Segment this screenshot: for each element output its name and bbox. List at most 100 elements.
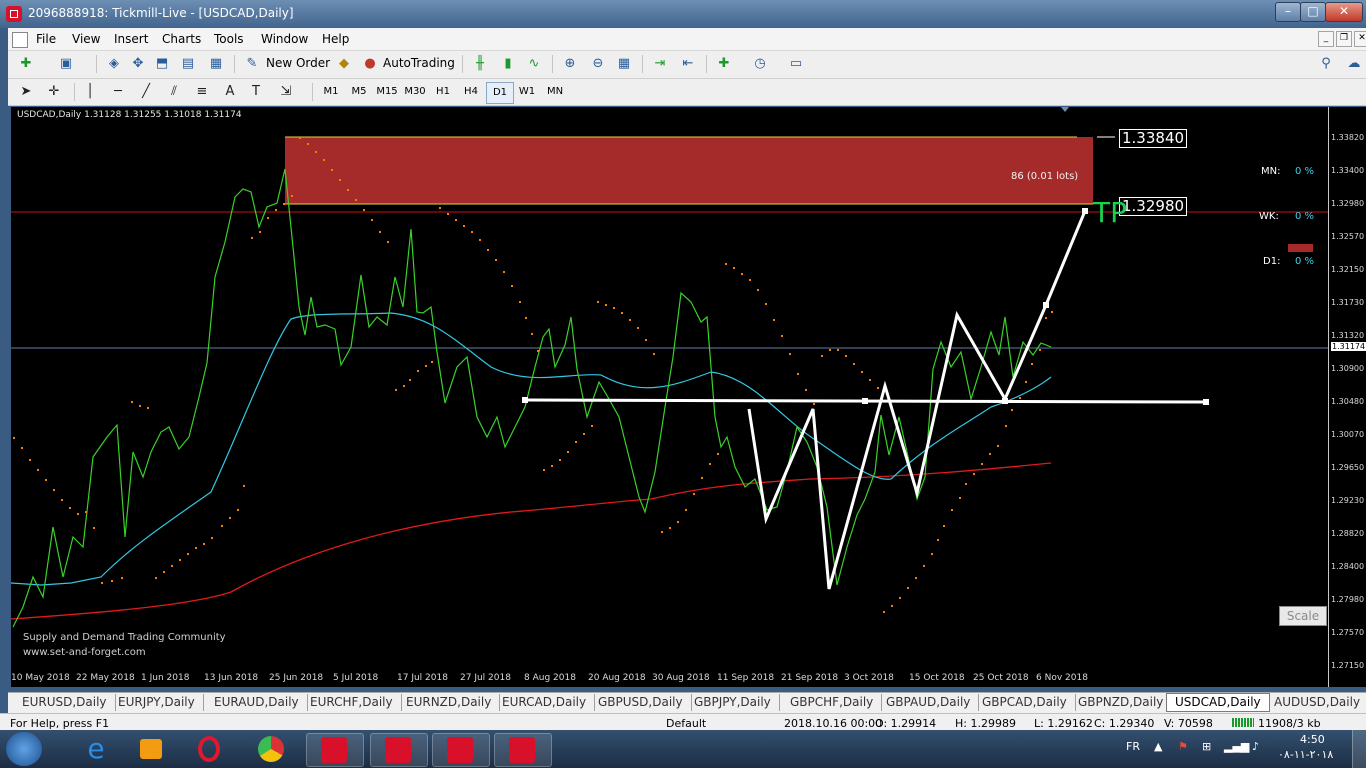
- tab-euraud-daily[interactable]: EURAUD,Daily: [206, 694, 308, 711]
- indicators-icon[interactable]: ✚: [714, 55, 734, 73]
- clock-date[interactable]: ٢٠١٨-١١-٠٨: [1278, 748, 1333, 761]
- new-chart-icon[interactable]: ✚: [16, 55, 36, 73]
- chart-shift-icon[interactable]: ⇤: [678, 55, 698, 73]
- mdi-minimize-icon[interactable]: _: [1318, 31, 1334, 47]
- equidistant-channel-icon[interactable]: ⫽: [164, 83, 184, 101]
- line-chart-icon[interactable]: ∿: [524, 55, 544, 73]
- tab-gbpaud-daily[interactable]: GBPAUD,Daily: [878, 694, 980, 711]
- media-player-icon[interactable]: [124, 733, 180, 765]
- chart-window[interactable]: USDCAD,Daily 1.31128 1.31255 1.31018 1.3…: [11, 107, 1366, 687]
- menu-tools[interactable]: Tools: [214, 32, 244, 46]
- periods-icon[interactable]: ◷: [750, 55, 770, 73]
- zoom-in-icon[interactable]: ⊕: [560, 55, 580, 73]
- autotrading-icon[interactable]: ●: [360, 55, 380, 73]
- vertical-line-icon[interactable]: │: [80, 83, 100, 101]
- navigator-icon[interactable]: ✥: [128, 55, 148, 73]
- zoom-out-icon[interactable]: ⊖: [588, 55, 608, 73]
- new-order-button[interactable]: New Order: [266, 56, 330, 70]
- metaeditor-icon[interactable]: ◆: [334, 55, 354, 73]
- tab-gbpchf-daily[interactable]: GBPCHF,Daily: [782, 694, 883, 711]
- ie-icon[interactable]: e: [68, 733, 124, 765]
- crosshair-icon[interactable]: ✛: [44, 83, 64, 101]
- tab-gbpnzd-daily[interactable]: GBPNZD,Daily: [1070, 694, 1173, 711]
- minimize-button[interactable]: –: [1275, 2, 1301, 22]
- price-tick-label: 1.33400: [1331, 166, 1365, 175]
- scale-button[interactable]: Scale: [1279, 606, 1327, 626]
- network-icon[interactable]: ⊞: [1202, 740, 1211, 753]
- tickmill-window-1-icon[interactable]: [306, 733, 364, 767]
- tf-m1[interactable]: M1: [318, 82, 344, 102]
- price-chart[interactable]: [11, 107, 1328, 667]
- tickmill-window-2-icon[interactable]: [370, 733, 428, 767]
- tab-eurjpy-daily[interactable]: EURJPY,Daily: [110, 694, 204, 711]
- profiles-icon[interactable]: ▣: [56, 55, 76, 73]
- chart-window-icon[interactable]: [12, 32, 28, 48]
- language-indicator[interactable]: FR: [1126, 740, 1140, 753]
- tf-m15[interactable]: M15: [374, 82, 400, 102]
- tf-h4[interactable]: H4: [458, 82, 484, 102]
- tf-w1[interactable]: W1: [514, 82, 540, 102]
- tf-h1[interactable]: H1: [430, 82, 456, 102]
- strategy-tester-icon[interactable]: ▦: [206, 55, 226, 73]
- maximize-button[interactable]: □: [1300, 2, 1326, 22]
- chrome-icon[interactable]: [244, 733, 300, 765]
- action-center-icon[interactable]: ⚑: [1178, 740, 1188, 753]
- tab-eurcad-daily[interactable]: EURCAD,Daily: [494, 694, 596, 711]
- menu-window[interactable]: Window: [261, 32, 308, 46]
- sar-dot: [559, 459, 561, 461]
- tickmill-window-4-icon[interactable]: [494, 733, 552, 767]
- mdi-close-icon[interactable]: ✕: [1354, 31, 1366, 47]
- candlesticks-icon[interactable]: ▮: [498, 55, 518, 73]
- menu-insert[interactable]: Insert: [114, 32, 148, 46]
- tf-m30[interactable]: M30: [402, 82, 428, 102]
- mdi-restore-icon[interactable]: ❐: [1336, 31, 1352, 47]
- tile-windows-icon[interactable]: ▦: [614, 55, 634, 73]
- text-icon[interactable]: A: [220, 83, 240, 101]
- menu-help[interactable]: Help: [322, 32, 349, 46]
- templates-icon[interactable]: ▭: [786, 55, 806, 73]
- tickmill-window-3-icon[interactable]: [432, 733, 490, 767]
- clock-time[interactable]: 4:50: [1300, 733, 1325, 746]
- date-tick-label: 27 Jul 2018: [460, 673, 511, 683]
- menu-charts[interactable]: Charts: [162, 32, 201, 46]
- menu-file[interactable]: File: [36, 32, 56, 46]
- chat-icon[interactable]: ☁: [1344, 55, 1364, 73]
- horizontal-line-icon[interactable]: ─: [108, 83, 128, 101]
- drawing-anchor-handle: [862, 398, 868, 404]
- chart-tabs: EURUSD,Daily EURJPY,Daily EURAUD,Daily EURC…: [8, 692, 1366, 713]
- auto-scroll-icon[interactable]: ⇥: [650, 55, 670, 73]
- autotrading-button[interactable]: AutoTrading: [383, 56, 455, 70]
- close-button[interactable]: ✕: [1325, 2, 1363, 22]
- sar-dot: [989, 453, 991, 455]
- tray-arrow-icon[interactable]: ▲: [1154, 740, 1162, 753]
- tf-m5[interactable]: M5: [346, 82, 372, 102]
- arrows-icon[interactable]: ⇲: [276, 83, 296, 101]
- cursor-icon[interactable]: ➤: [16, 83, 36, 101]
- search-icon[interactable]: ⚲: [1316, 55, 1336, 73]
- tab-usdcad-daily[interactable]: USDCAD,Daily: [1166, 693, 1270, 712]
- new-order-icon[interactable]: ✎: [242, 55, 262, 73]
- data-window-icon[interactable]: ⬒: [152, 55, 172, 73]
- tab-gbpusd-daily[interactable]: GBPUSD,Daily: [590, 694, 692, 711]
- start-button[interactable]: [6, 732, 42, 766]
- tab-eurusd-daily[interactable]: EURUSD,Daily: [14, 694, 116, 711]
- tf-d1[interactable]: D1: [486, 82, 514, 104]
- text-label-icon[interactable]: T: [246, 83, 266, 101]
- tab-gbpjpy-daily[interactable]: GBPJPY,Daily: [686, 694, 780, 711]
- bar-chart-icon[interactable]: ╫: [470, 55, 490, 73]
- signal-icon[interactable]: ▂▄▆: [1224, 740, 1249, 753]
- opera-icon[interactable]: [184, 733, 240, 765]
- market-watch-icon[interactable]: ◈: [104, 55, 124, 73]
- tab-eurchf-daily[interactable]: EURCHF,Daily: [302, 694, 402, 711]
- fibonacci-icon[interactable]: ≡: [192, 83, 212, 101]
- tab-gbpcad-daily[interactable]: GBPCAD,Daily: [974, 694, 1076, 711]
- menu-view[interactable]: View: [72, 32, 100, 46]
- tab-eurnzd-daily[interactable]: EURNZD,Daily: [398, 694, 501, 711]
- price-tick-label: 1.28820: [1331, 529, 1365, 538]
- tab-audusd-daily[interactable]: AUDUSD,Daily: [1266, 694, 1366, 711]
- volume-icon[interactable]: ♪: [1252, 740, 1259, 753]
- show-desktop-button[interactable]: [1352, 730, 1366, 768]
- trendline-icon[interactable]: ╱: [136, 83, 156, 101]
- tf-mn[interactable]: MN: [542, 82, 568, 102]
- terminal-icon[interactable]: ▤: [178, 55, 198, 73]
